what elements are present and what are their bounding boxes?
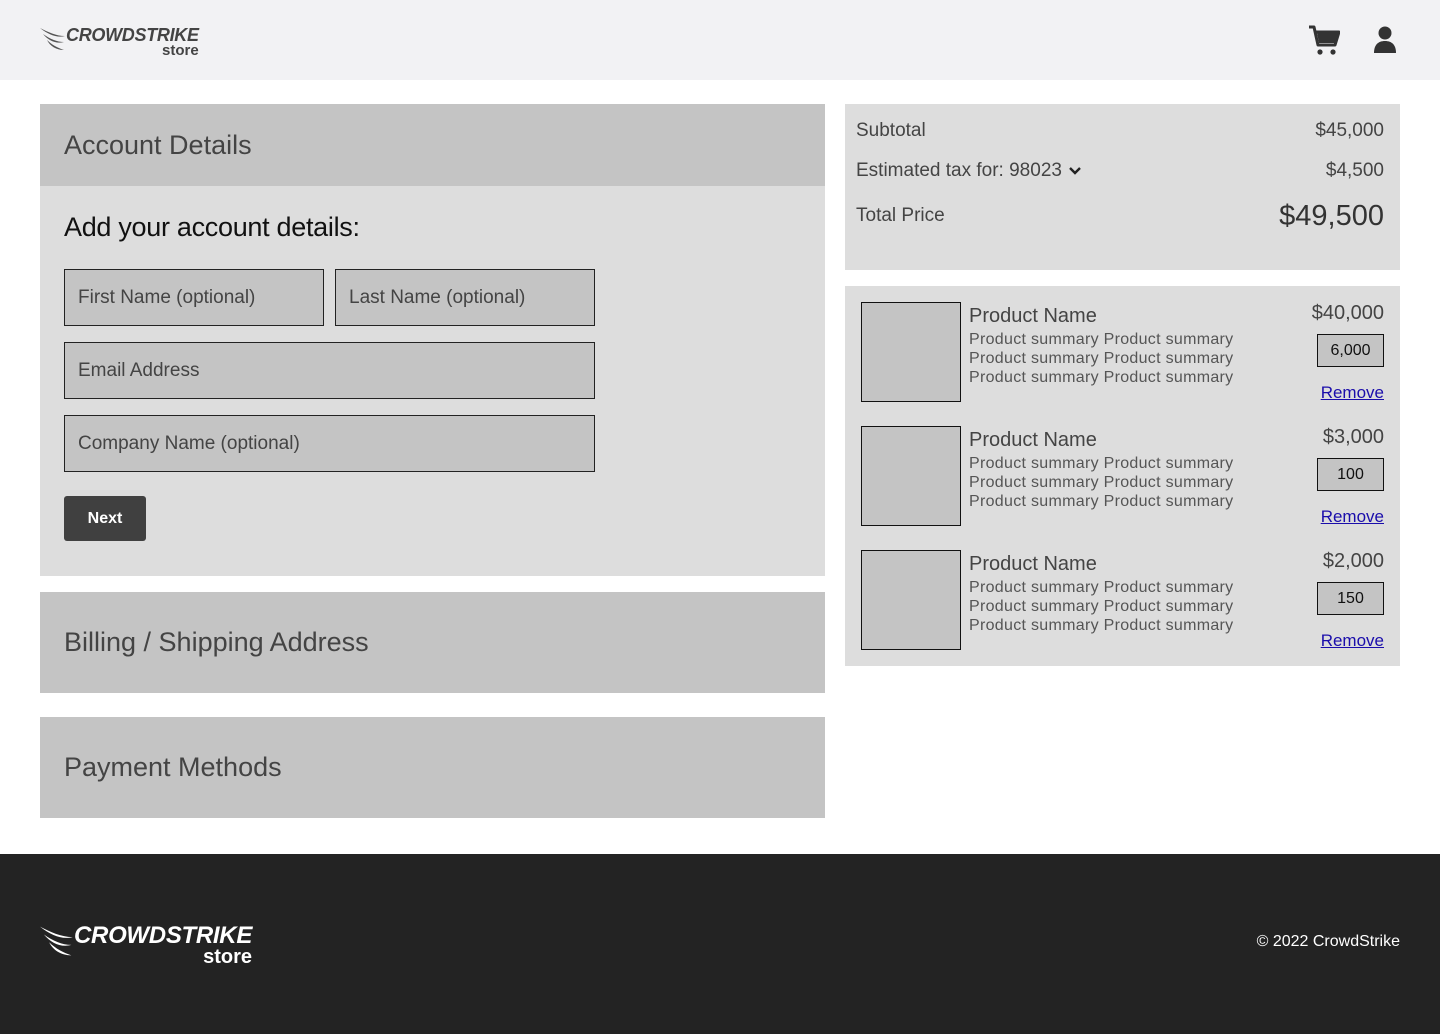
cart-items: Product Name Product summary Product sum… (845, 286, 1400, 666)
chevron-down-icon (1069, 167, 1081, 175)
remove-link[interactable]: Remove (1321, 507, 1384, 527)
product-summary: Product summary Product summary Product … (969, 455, 1234, 510)
header-actions (1308, 24, 1396, 56)
subtotal-row: Subtotal $45,000 (856, 118, 1384, 144)
tax-zip-toggle[interactable]: Estimated tax for: 98023 (856, 160, 1082, 182)
company-name-input[interactable] (64, 415, 595, 472)
site-header: CROWDSTRIKE store (0, 0, 1440, 80)
tax-label: Estimated tax for: 98023 (856, 160, 1062, 181)
site-footer: CROWDSTRIKE store © 2022 CrowdStrike (0, 854, 1440, 1034)
last-name-input[interactable] (335, 269, 595, 326)
product-image (861, 302, 961, 402)
product-price: $3,000 (1322, 426, 1384, 448)
form-title: Add your account details: (64, 212, 360, 242)
next-button[interactable]: Next (64, 496, 146, 541)
product-price: $2,000 (1322, 550, 1384, 572)
quantity-input[interactable] (1317, 458, 1384, 491)
cart-icon[interactable] (1308, 24, 1340, 56)
product-image (861, 426, 961, 526)
product-image (861, 550, 961, 650)
logo-store: store (203, 946, 253, 968)
copyright-text: © 2022 CrowdStrike (1256, 933, 1400, 950)
quantity-input[interactable] (1317, 582, 1384, 615)
product-name: Product Name (969, 305, 1097, 327)
cart-item: Product Name Product summary Product sum… (861, 550, 1384, 674)
falcon-logo-icon (40, 28, 65, 50)
account-details-title: Account Details (64, 129, 252, 160)
tax-row: Estimated tax for: 98023 $4,500 (856, 158, 1384, 184)
payment-methods-title: Payment Methods (64, 752, 282, 782)
first-name-input[interactable] (64, 269, 324, 326)
cart-item: Product Name Product summary Product sum… (861, 302, 1384, 426)
header-logo[interactable]: CROWDSTRIKE store (40, 26, 199, 58)
remove-link[interactable]: Remove (1321, 383, 1384, 403)
product-name: Product Name (969, 429, 1097, 451)
remove-link[interactable]: Remove (1321, 631, 1384, 651)
subtotal-value: $45,000 (1315, 120, 1384, 141)
billing-shipping-title: Billing / Shipping Address (64, 627, 369, 657)
quantity-input[interactable] (1317, 334, 1384, 367)
total-value: $49,500 (1279, 199, 1384, 232)
email-input[interactable] (64, 342, 595, 399)
tax-value: $4,500 (1325, 160, 1384, 181)
logo-wordmark: CROWDSTRIKE (74, 922, 253, 949)
product-price: $40,000 (1311, 302, 1384, 324)
footer-logo[interactable]: CROWDSTRIKE store (40, 924, 252, 967)
logo-store: store (162, 42, 199, 59)
user-icon[interactable] (1374, 26, 1396, 54)
cart-item: Product Name Product summary Product sum… (861, 426, 1384, 550)
product-name: Product Name (969, 553, 1097, 575)
falcon-logo-icon (40, 926, 73, 956)
payment-methods-header[interactable]: Payment Methods (40, 717, 825, 818)
total-label: Total Price (856, 205, 945, 226)
order-summary: Subtotal $45,000 Estimated tax for: 9802… (845, 104, 1400, 270)
account-details-header[interactable]: Account Details (40, 104, 825, 186)
total-row: Total Price $49,500 (856, 196, 1384, 236)
product-summary: Product summary Product summary Product … (969, 331, 1234, 386)
subtotal-label: Subtotal (856, 120, 926, 141)
account-details-form: Add your account details: Next (40, 186, 825, 576)
product-summary: Product summary Product summary Product … (969, 579, 1234, 634)
billing-shipping-header[interactable]: Billing / Shipping Address (40, 592, 825, 693)
checkout-steps: Account Details Add your account details… (40, 104, 825, 818)
